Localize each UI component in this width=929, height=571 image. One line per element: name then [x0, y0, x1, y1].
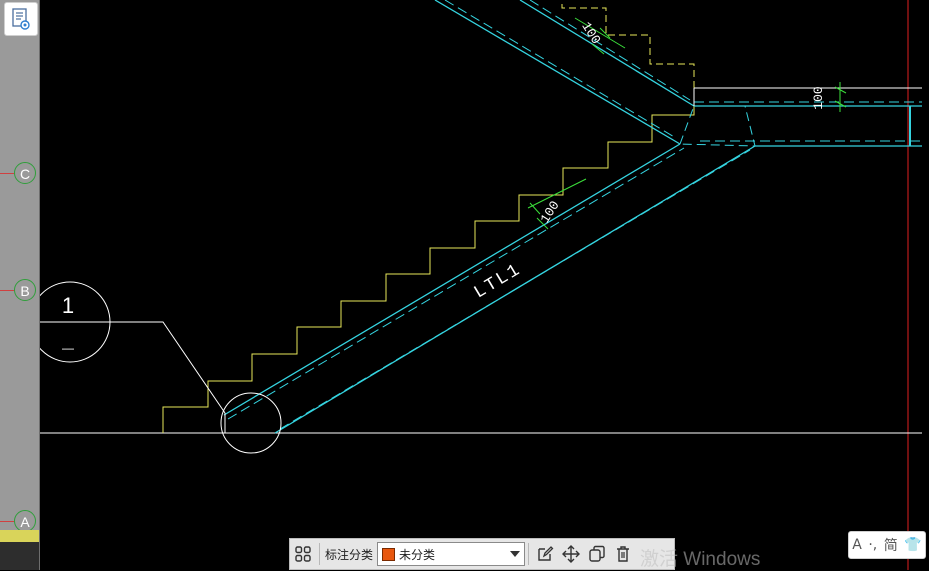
axis-b-tick: [0, 290, 14, 291]
stair-steps-upper: [561, 0, 695, 88]
left-rail: C B A: [0, 0, 40, 570]
axis-a-tick: [0, 521, 14, 522]
toolbar-separator: [319, 543, 320, 565]
section-marker-sheet: —: [62, 341, 74, 355]
ime-chinese-toggle[interactable]: 简: [884, 535, 898, 555]
dim-upper-tick2: [591, 43, 605, 55]
review-panel-button[interactable]: [4, 2, 38, 36]
grid-view-button[interactable]: [290, 541, 316, 567]
four-squares-icon: [295, 546, 311, 562]
axis-c-tick: [0, 173, 14, 174]
slab-upper-top: [434, 0, 681, 145]
slab-lower-top: [223, 143, 681, 416]
slab-upper-bottom-dash: [529, 0, 691, 101]
copy-button[interactable]: [584, 541, 610, 567]
landing-beam: [679, 105, 756, 147]
dim-right-text: 100: [811, 86, 826, 109]
edit-icon: [538, 546, 554, 561]
annotation-category-value: 未分类: [399, 547, 436, 562]
axis-bubble-c[interactable]: C: [14, 162, 36, 184]
ime-skin-icon[interactable]: 👕: [904, 537, 921, 553]
document-review-icon: [12, 8, 30, 30]
trash-icon: [617, 546, 630, 562]
annotation-toolbar: 标注分类 未分类: [289, 538, 675, 570]
axis-bubble-b[interactable]: B: [14, 279, 36, 301]
ime-toolbar: A ·, 简 👕: [848, 531, 926, 559]
cad-drawing-canvas[interactable]: 100 100 100 LTL1 1 —: [40, 0, 929, 570]
dim-upper-text: 100: [578, 19, 603, 47]
detail-callout-circle[interactable]: [220, 392, 282, 454]
annotation-category-label: 标注分类: [325, 547, 374, 562]
move-arrows-icon: [562, 545, 581, 563]
category-color-swatch: [382, 547, 396, 561]
chevron-down-icon: [510, 551, 521, 557]
stair-label: LTL1: [471, 260, 525, 304]
rail-footer: [0, 542, 39, 570]
copy-icon: [589, 545, 605, 562]
edit-button[interactable]: [532, 541, 558, 567]
stair-steps-lower: [162, 105, 695, 433]
ime-punctuation-toggle[interactable]: ·,: [868, 537, 877, 553]
axis-bubble-a[interactable]: A: [14, 510, 36, 532]
slab-lower-bottom-dash: [279, 149, 751, 430]
slab-lower-top-dash: [227, 147, 685, 420]
ime-mode-toggle[interactable]: A: [852, 537, 862, 553]
delete-button[interactable]: [610, 541, 636, 567]
move-button[interactable]: [558, 541, 584, 567]
layer-color-strip: [0, 530, 39, 542]
slab-upper-bottom: [519, 0, 695, 107]
toolbar-separator: [528, 543, 530, 565]
section-marker-number: 1: [62, 293, 74, 318]
annotation-category-dropdown[interactable]: 未分类: [377, 542, 526, 566]
slab-upper-top-dash: [444, 0, 677, 139]
